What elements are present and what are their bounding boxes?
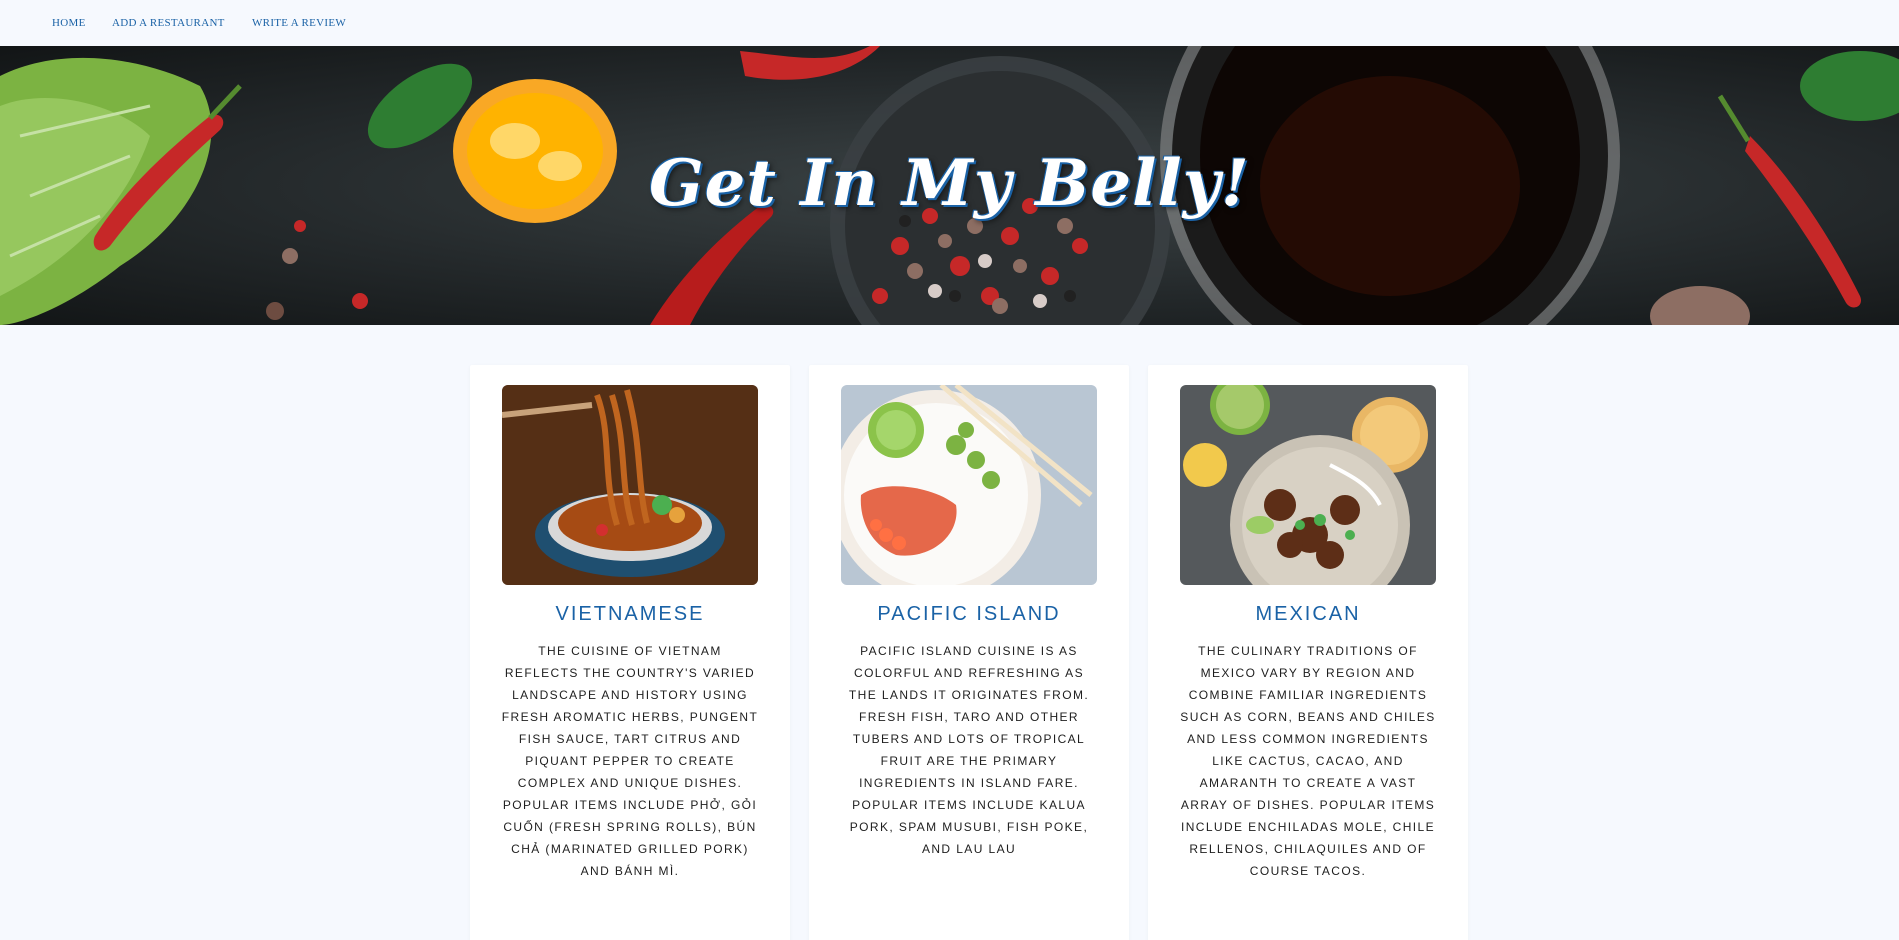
- pacific-island-dish-image: [841, 385, 1097, 585]
- card-title: MEXICAN: [1255, 603, 1361, 625]
- nav-link-write-review[interactable]: WRITE A REVIEW: [252, 17, 346, 29]
- mexican-dish-image: [1180, 385, 1436, 585]
- card-description: PACIFIC ISLAND CUISINE IS AS COLORFUL AN…: [848, 644, 1090, 856]
- card-title: PACIFIC ISLAND: [877, 603, 1061, 625]
- top-nav: HOME ADD A RESTAURANT WRITE A REVIEW: [0, 0, 1899, 46]
- cuisine-card-pacific-island[interactable]: PACIFIC ISLAND PACIFIC ISLAND CUISINE IS…: [809, 365, 1129, 940]
- cuisine-card-vietnamese[interactable]: VIETNAMESE THE CUISINE OF VIETNAM REFLEC…: [470, 365, 790, 940]
- card-description: THE CULINARY TRADITIONS OF MEXICO VARY B…: [1180, 644, 1436, 878]
- hero-title: Get In My Belly!: [649, 146, 1250, 221]
- hero-banner: Get In My Belly!: [0, 46, 1899, 325]
- card-description: THE CUISINE OF VIETNAM REFLECTS THE COUN…: [501, 644, 759, 878]
- nav-link-add-restaurant[interactable]: ADD A RESTAURANT: [112, 17, 225, 29]
- cuisine-card-mexican[interactable]: MEXICAN THE CULINARY TRADITIONS OF MEXIC…: [1148, 365, 1468, 940]
- card-title: VIETNAMESE: [555, 603, 705, 625]
- nav-link-home[interactable]: HOME: [52, 17, 86, 29]
- vietnamese-dish-image: [502, 385, 758, 585]
